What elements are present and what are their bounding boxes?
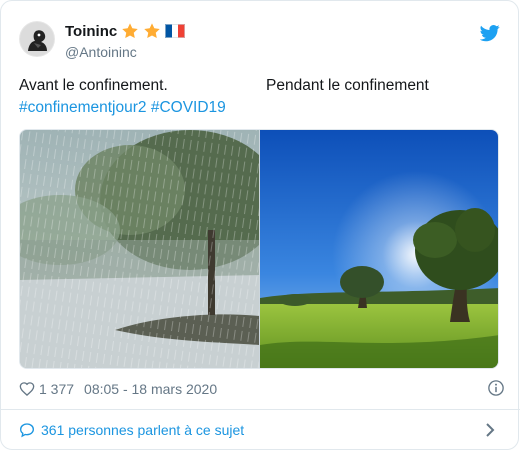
conversation-link[interactable]: 361 personnes parlent à ce sujet: [19, 419, 505, 441]
hashtag-link[interactable]: #confinementjour2: [19, 99, 147, 116]
author-block: Toininc @Antoininc: [65, 21, 186, 60]
hashtag-link[interactable]: #COVID19: [151, 99, 226, 116]
handle[interactable]: @Antoininc: [65, 44, 185, 60]
tweet-text: Avant le confinement. Pendant le confine…: [19, 75, 505, 119]
display-name[interactable]: Toininc: [65, 23, 117, 40]
france-flag-icon: [165, 24, 186, 38]
star-icon: [143, 22, 161, 40]
info-icon[interactable]: [487, 379, 505, 397]
heart-icon[interactable]: [19, 381, 35, 397]
media-grid: [19, 129, 499, 369]
sunny-meadow-photo[interactable]: [260, 130, 498, 368]
rainy-road-photo[interactable]: [20, 130, 280, 368]
tweet-text-left: Avant le confinement.: [19, 77, 168, 94]
like-count[interactable]: 1 377: [39, 381, 74, 397]
comment-icon: [19, 422, 35, 438]
chevron-right-icon: [483, 422, 497, 438]
tweet-card: Toininc @Antoininc Avant le confinement.…: [0, 0, 520, 450]
timestamp[interactable]: 08:05 - 18 mars 2020: [84, 381, 217, 397]
twitter-bird-icon[interactable]: [479, 23, 500, 43]
avatar[interactable]: [19, 21, 55, 57]
divider: [1, 409, 520, 410]
tweet-text-right: Pendant le confinement: [266, 77, 429, 94]
star-icon: [121, 22, 139, 40]
tweet-meta: 1 377 08:05 - 18 mars 2020: [19, 379, 505, 399]
conversation-label: 361 personnes parlent à ce sujet: [41, 422, 245, 438]
